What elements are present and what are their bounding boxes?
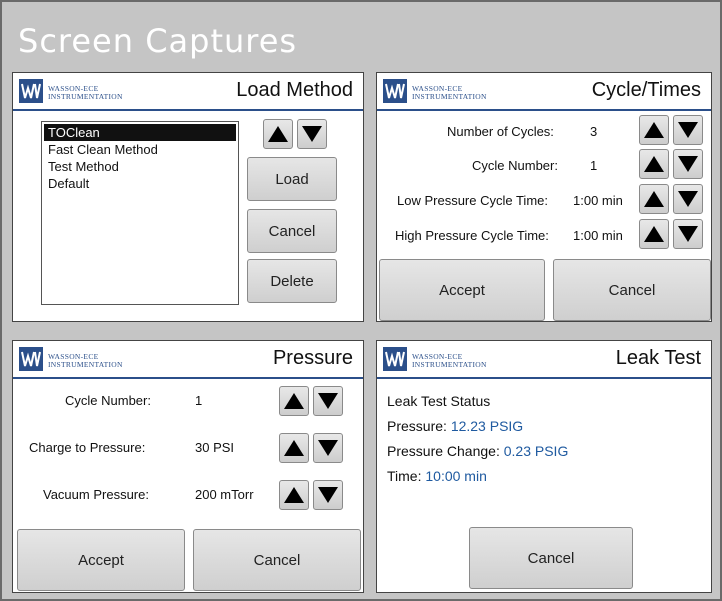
vacuum-pressure-value: 200 mTorr	[195, 487, 254, 502]
arrow-down-icon	[678, 191, 698, 207]
panel-header: WASSON-ECE INSTRUMENTATION Cycle/Times	[377, 73, 711, 111]
brand-line2: INSTRUMENTATION	[48, 360, 123, 369]
number-of-cycles-up-button[interactable]	[639, 115, 669, 145]
cycle-number-up-button[interactable]	[279, 386, 309, 416]
list-item[interactable]: TOClean	[44, 124, 236, 141]
low-pressure-cycle-time-label: Low Pressure Cycle Time:	[397, 193, 548, 208]
arrow-down-icon	[678, 156, 698, 172]
time-readout: Time: 10:00 min	[387, 468, 487, 484]
arrow-down-icon	[318, 487, 338, 503]
pressure-value: 12.23 PSIG	[450, 418, 524, 434]
pressure-panel: WASSON-ECE INSTRUMENTATION Pressure Cycl…	[12, 340, 364, 593]
cycle-number-value: 1	[590, 158, 598, 173]
low-pressure-cycle-time-value: 1:00 min	[573, 193, 623, 208]
arrow-up-icon	[644, 191, 664, 207]
brand-logo-icon	[19, 347, 43, 371]
cycle-times-panel: WASSON-ECE INSTRUMENTATION Cycle/Times N…	[376, 72, 712, 322]
cycle-number-down-button[interactable]	[673, 149, 703, 179]
pressure-change-label: Pressure Change:	[387, 443, 500, 459]
arrow-up-icon	[284, 440, 304, 456]
charge-to-pressure-label: Charge to Pressure:	[29, 440, 146, 455]
delete-button[interactable]: Delete	[247, 259, 337, 303]
arrow-down-icon	[678, 122, 698, 138]
panel-title: Leak Test	[615, 347, 701, 369]
panel-title: Cycle/Times	[591, 79, 701, 101]
page-heading: Screen Captures	[18, 22, 298, 60]
high-pressure-time-up-button[interactable]	[639, 219, 669, 249]
scroll-up-button[interactable]	[263, 119, 293, 149]
brand-logo: WASSON-ECE INSTRUMENTATION	[19, 347, 169, 373]
brand-line2: INSTRUMENTATION	[48, 92, 123, 101]
pressure-change-value: 0.23 PSIG	[503, 443, 569, 459]
panel-header: WASSON-ECE INSTRUMENTATION Pressure	[13, 341, 363, 379]
arrow-up-icon	[644, 226, 664, 242]
load-button[interactable]: Load	[247, 157, 337, 201]
list-item[interactable]: Default	[44, 175, 236, 192]
cycle-number-label: Cycle Number:	[65, 393, 151, 408]
brand-line2: INSTRUMENTATION	[412, 92, 487, 101]
low-pressure-time-down-button[interactable]	[673, 184, 703, 214]
panel-title: Pressure	[272, 347, 353, 369]
pressure-label: Pressure:	[387, 418, 447, 434]
brand-logo: WASSON-ECE INSTRUMENTATION	[383, 347, 533, 373]
list-item[interactable]: Fast Clean Method	[44, 141, 236, 158]
method-list[interactable]: TOClean Fast Clean Method Test Method De…	[41, 121, 239, 305]
vacuum-pressure-down-button[interactable]	[313, 480, 343, 510]
charge-to-pressure-value: 30 PSI	[195, 440, 235, 455]
cancel-button[interactable]: Cancel	[193, 529, 361, 591]
leak-test-panel: WASSON-ECE INSTRUMENTATION Leak Test Lea…	[376, 340, 712, 593]
brand-logo-icon	[19, 79, 43, 103]
time-value: 10:00 min	[425, 468, 487, 484]
number-of-cycles-down-button[interactable]	[673, 115, 703, 145]
cycle-number-up-button[interactable]	[639, 149, 669, 179]
arrow-down-icon	[302, 126, 322, 142]
cycle-number-value: 1	[195, 393, 203, 408]
number-of-cycles-label: Number of Cycles:	[447, 124, 554, 139]
pressure-change-readout: Pressure Change: 0.23 PSIG	[387, 443, 568, 459]
panel-header: WASSON-ECE INSTRUMENTATION Load Method	[13, 73, 363, 111]
high-pressure-time-down-button[interactable]	[673, 219, 703, 249]
screen-captures-frame: Screen Captures WASSON-ECE INSTRUMENTATI…	[0, 0, 722, 601]
brand-logo-icon	[383, 347, 407, 371]
accept-button[interactable]: Accept	[379, 259, 545, 321]
arrow-up-icon	[284, 487, 304, 503]
brand-logo-icon	[383, 79, 407, 103]
time-label: Time:	[387, 468, 422, 484]
cancel-button[interactable]: Cancel	[553, 259, 711, 321]
cancel-button[interactable]: Cancel	[469, 527, 633, 589]
charge-pressure-up-button[interactable]	[279, 433, 309, 463]
number-of-cycles-value: 3	[590, 124, 598, 139]
brand-logo: WASSON-ECE INSTRUMENTATION	[383, 79, 533, 105]
list-item[interactable]: Test Method	[44, 158, 236, 175]
arrow-down-icon	[678, 226, 698, 242]
vacuum-pressure-label: Vacuum Pressure:	[43, 487, 149, 502]
charge-pressure-down-button[interactable]	[313, 433, 343, 463]
panel-header: WASSON-ECE INSTRUMENTATION Leak Test	[377, 341, 711, 379]
arrow-down-icon	[318, 440, 338, 456]
accept-button[interactable]: Accept	[17, 529, 185, 591]
high-pressure-cycle-time-value: 1:00 min	[573, 228, 623, 243]
arrow-up-icon	[644, 156, 664, 172]
pressure-readout: Pressure: 12.23 PSIG	[387, 418, 523, 434]
arrow-up-icon	[644, 122, 664, 138]
arrow-down-icon	[318, 393, 338, 409]
arrow-up-icon	[268, 126, 288, 142]
load-method-panel: WASSON-ECE INSTRUMENTATION Load Method T…	[12, 72, 364, 322]
cycle-number-label: Cycle Number:	[472, 158, 558, 173]
low-pressure-time-up-button[interactable]	[639, 184, 669, 214]
high-pressure-cycle-time-label: High Pressure Cycle Time:	[395, 228, 549, 243]
cycle-number-down-button[interactable]	[313, 386, 343, 416]
leak-test-status-label: Leak Test Status	[387, 393, 491, 409]
panel-title: Load Method	[236, 79, 353, 101]
vacuum-pressure-up-button[interactable]	[279, 480, 309, 510]
scroll-down-button[interactable]	[297, 119, 327, 149]
cancel-button[interactable]: Cancel	[247, 209, 337, 253]
arrow-up-icon	[284, 393, 304, 409]
brand-line2: INSTRUMENTATION	[412, 360, 487, 369]
brand-logo: WASSON-ECE INSTRUMENTATION	[19, 79, 169, 105]
